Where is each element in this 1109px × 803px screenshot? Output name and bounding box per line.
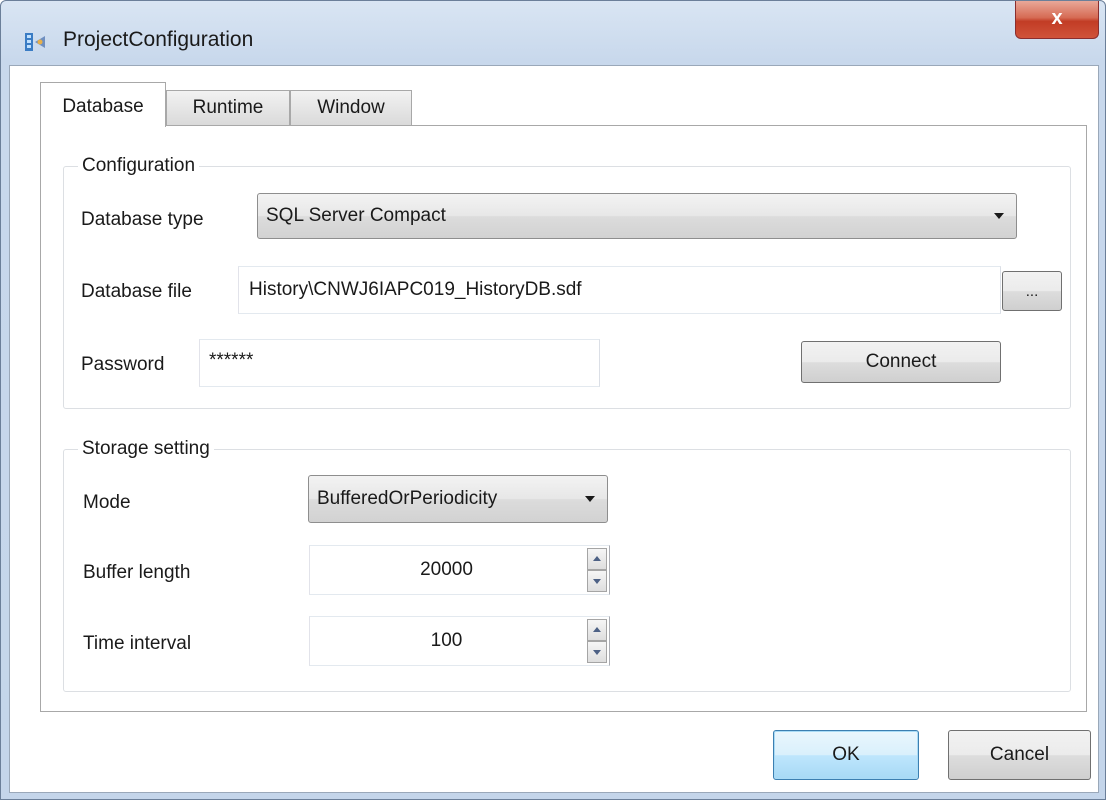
mode-value: BufferedOrPeriodicity	[317, 488, 498, 509]
storage-setting-group-title: Storage setting	[78, 436, 214, 462]
database-file-label: Database file	[81, 281, 192, 302]
window-title: ProjectConfiguration	[63, 28, 254, 51]
tab-window[interactable]: Window	[290, 90, 412, 126]
password-field[interactable]: ******	[199, 339, 600, 387]
database-type-select[interactable]: SQL Server Compact	[257, 193, 1017, 239]
storage-setting-group: Storage setting Mode BufferedOrPeriodici…	[63, 436, 1071, 692]
spin-down-icon[interactable]	[587, 570, 607, 592]
mode-label: Mode	[83, 492, 131, 513]
chevron-down-icon	[585, 496, 595, 502]
time-interval-stepper[interactable]: 100	[309, 616, 610, 666]
database-type-value: SQL Server Compact	[266, 205, 446, 226]
tab-runtime[interactable]: Runtime	[166, 90, 290, 126]
database-type-label: Database type	[81, 209, 204, 230]
buffer-length-stepper[interactable]: 20000	[309, 545, 610, 595]
buffer-length-label: Buffer length	[83, 562, 191, 583]
cancel-button[interactable]: Cancel	[948, 730, 1091, 780]
database-file-input[interactable]: History\CNWJ6IAPC019_HistoryDB.sdf	[238, 266, 1001, 314]
connect-button[interactable]: Connect	[801, 341, 1001, 383]
password-label: Password	[81, 354, 165, 375]
spin-down-icon[interactable]	[587, 641, 607, 663]
close-button[interactable]: x	[1015, 1, 1099, 39]
ellipsis-icon: ...	[1025, 282, 1039, 300]
spin-up-icon[interactable]	[587, 548, 607, 570]
database-tab-panel: Configuration Database type SQL Server C…	[40, 125, 1087, 712]
browse-button[interactable]: ...	[1002, 271, 1062, 311]
time-interval-label: Time interval	[83, 633, 192, 654]
ok-button[interactable]: OK	[773, 730, 919, 780]
spin-up-icon[interactable]	[587, 619, 607, 641]
chevron-down-icon	[994, 213, 1004, 219]
dialog-client-area: Database Runtime Window Configuration Da…	[9, 65, 1099, 793]
configuration-group: Configuration Database type SQL Server C…	[63, 153, 1071, 409]
app-icon	[23, 31, 47, 53]
project-configuration-dialog: ProjectConfiguration x Database Runtime …	[0, 0, 1106, 800]
mode-select[interactable]: BufferedOrPeriodicity	[308, 475, 608, 523]
close-icon: x	[1051, 7, 1063, 29]
configuration-group-title: Configuration	[78, 153, 200, 179]
tab-database[interactable]: Database	[40, 82, 166, 127]
